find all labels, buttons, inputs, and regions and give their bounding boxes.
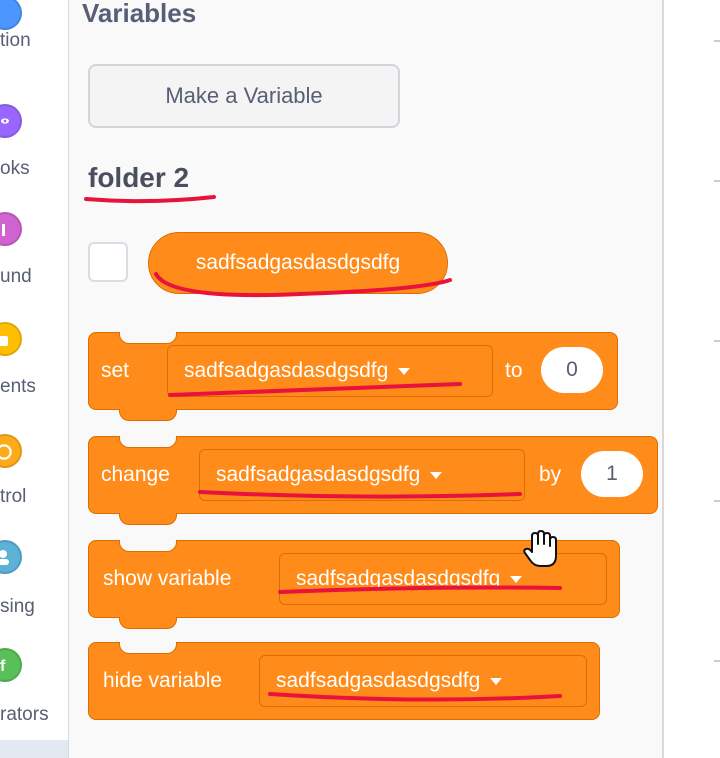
category-label: tion xyxy=(0,30,31,51)
sensing-icon xyxy=(0,540,22,574)
category-selected-strip xyxy=(0,740,68,758)
block-keyword: change xyxy=(101,463,170,486)
dropdown-arrow-icon xyxy=(510,575,523,583)
category-operators[interactable]: f rators xyxy=(0,642,68,752)
workspace-scroll-tick xyxy=(714,340,720,342)
category-sound[interactable]: und xyxy=(0,202,68,312)
events-icon xyxy=(0,322,22,356)
hide-variable-block[interactable]: hide variable sadfsadgasdasdgsdfg xyxy=(88,642,600,720)
block-tab xyxy=(119,617,177,629)
category-label: und xyxy=(0,266,32,287)
block-keyword: show variable xyxy=(103,567,232,590)
value-input[interactable]: 0 xyxy=(541,347,603,393)
svg-text:f: f xyxy=(0,658,6,674)
dropdown-arrow-icon xyxy=(490,677,503,685)
block-connector: by xyxy=(539,463,562,486)
motion-icon xyxy=(0,0,22,30)
dropdown-arrow-icon xyxy=(430,471,443,479)
category-control[interactable]: trol xyxy=(0,422,68,532)
script-workspace[interactable] xyxy=(664,0,720,758)
block-tab xyxy=(119,513,177,525)
workspace-scroll-tick xyxy=(714,660,720,662)
variable-monitor-checkbox[interactable] xyxy=(88,242,128,282)
variable-dropdown[interactable]: sadfsadgasdasdgsdfg xyxy=(167,345,493,397)
block-keyword: set xyxy=(101,359,130,382)
make-variable-button[interactable]: Make a Variable xyxy=(88,64,400,128)
change-variable-block[interactable]: change sadfsadgasdasdgsdfg by 1 xyxy=(88,436,658,525)
folder-label: folder 2 xyxy=(88,162,190,193)
block-connector: to xyxy=(505,359,523,382)
category-looks[interactable]: oks xyxy=(0,92,68,202)
workspace-scroll-tick xyxy=(714,180,720,182)
dropdown-value: sadfsadgasdasdgsdfg xyxy=(216,463,421,486)
dropdown-value: sadfsadgasdasdgsdfg xyxy=(276,669,481,692)
category-label: sing xyxy=(0,596,35,617)
category-sensing[interactable]: sing xyxy=(0,532,68,642)
category-label: oks xyxy=(0,158,30,179)
category-sidebar: tion oks und ents trol sing f rators xyxy=(0,0,69,758)
workspace-scroll-tick xyxy=(714,500,720,502)
variable-dropdown[interactable]: sadfsadgasdasdgsdfg xyxy=(259,655,587,707)
block-tab xyxy=(119,409,177,421)
variable-dropdown[interactable]: sadfsadgasdasdgsdfg xyxy=(199,449,525,501)
palette-heading: Variables xyxy=(82,0,197,28)
variable-reporter-block[interactable]: sadfsadgasdasdgsdfg xyxy=(148,232,448,294)
dropdown-value: sadfsadgasdasdgsdfg xyxy=(296,567,501,590)
operators-icon: f xyxy=(0,648,22,682)
block-keyword: hide variable xyxy=(103,669,223,692)
control-icon xyxy=(0,434,22,468)
category-events[interactable]: ents xyxy=(0,312,68,422)
workspace-scroll-tick xyxy=(714,40,720,42)
sound-icon xyxy=(0,212,22,246)
category-label: ents xyxy=(0,376,36,397)
category-label: trol xyxy=(0,486,27,507)
dropdown-arrow-icon xyxy=(398,367,411,375)
category-label: rators xyxy=(0,704,49,725)
category-motion[interactable]: tion xyxy=(0,0,68,92)
looks-icon xyxy=(0,104,22,138)
value-input[interactable]: 1 xyxy=(581,451,643,497)
hand-cursor-icon xyxy=(523,530,557,567)
dropdown-value: sadfsadgasdasdgsdfg xyxy=(184,359,389,382)
set-variable-block[interactable]: set sadfsadgasdasdgsdfg to 0 xyxy=(88,332,618,421)
